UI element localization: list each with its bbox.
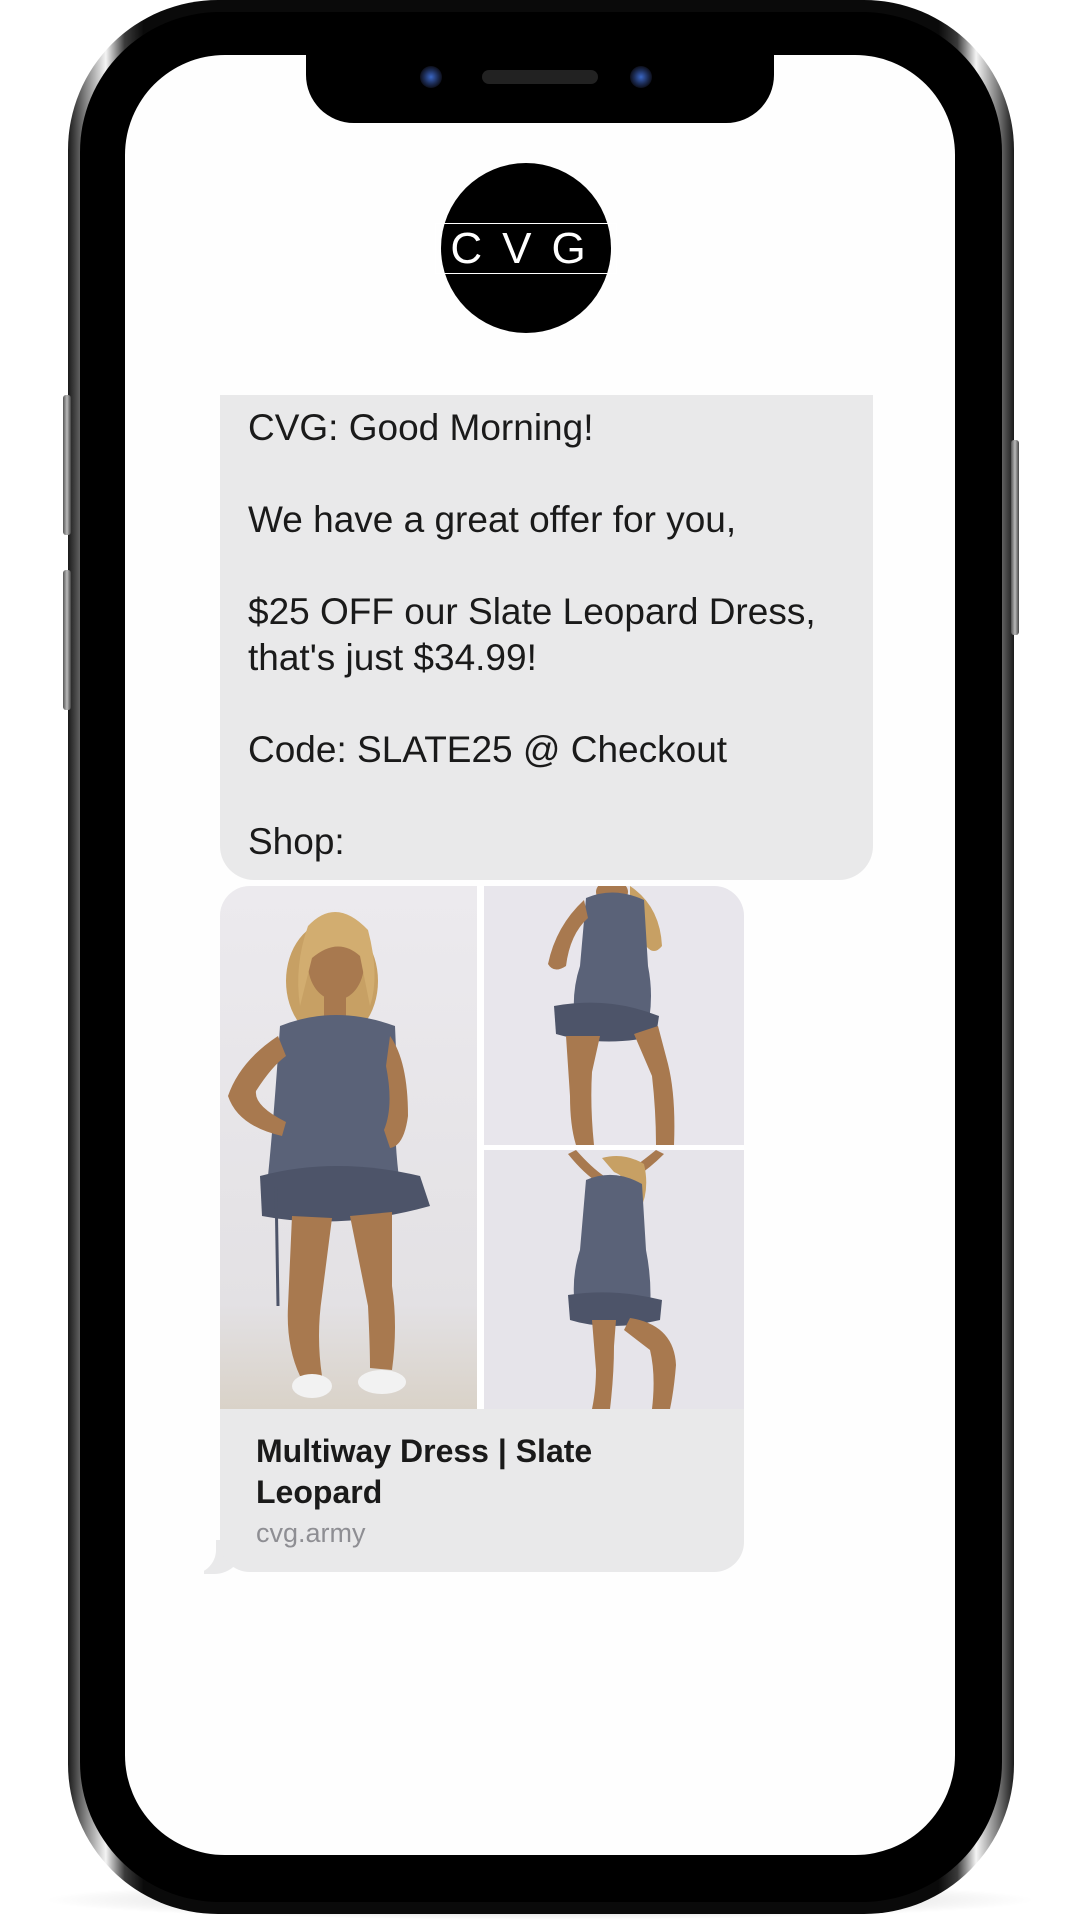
message-bubble[interactable]: CVG: Good Morning! We have a great offer… <box>220 395 873 880</box>
message-line <box>248 451 845 497</box>
link-preview-card[interactable]: Multiway Dress | Slate Leopard cvg.army <box>220 886 744 1572</box>
message-line <box>248 773 845 819</box>
product-photo-grid[interactable] <box>220 886 744 1409</box>
product-photo-back <box>484 1150 744 1409</box>
power-button <box>1011 440 1019 635</box>
sender-avatar[interactable]: CVG <box>435 163 617 333</box>
notch <box>306 38 774 123</box>
product-photo-side <box>484 886 744 1145</box>
message-line: Shop: <box>248 821 345 862</box>
message-line <box>248 681 845 727</box>
sensor-icon <box>630 66 652 88</box>
brand-logo: CVG <box>435 222 617 274</box>
earpiece-speaker <box>482 70 598 84</box>
link-preview-domain[interactable]: cvg.army <box>256 1518 366 1549</box>
mute-switch <box>63 395 71 535</box>
front-camera-icon <box>420 66 442 88</box>
message-line: CVG: Good Morning! <box>248 407 594 448</box>
volume-down-button <box>63 570 71 710</box>
message-line: We have a great offer for you, <box>248 499 737 540</box>
link-preview-title[interactable]: Multiway Dress | Slate Leopard <box>256 1431 676 1513</box>
message-line: that's just $34.99! <box>248 637 537 678</box>
product-photo-main <box>220 886 477 1409</box>
message-line: Code: SLATE25 @ Checkout <box>248 729 728 770</box>
message-line: $25 OFF our Slate Leopard Dress, <box>248 591 816 632</box>
message-line <box>248 543 845 589</box>
